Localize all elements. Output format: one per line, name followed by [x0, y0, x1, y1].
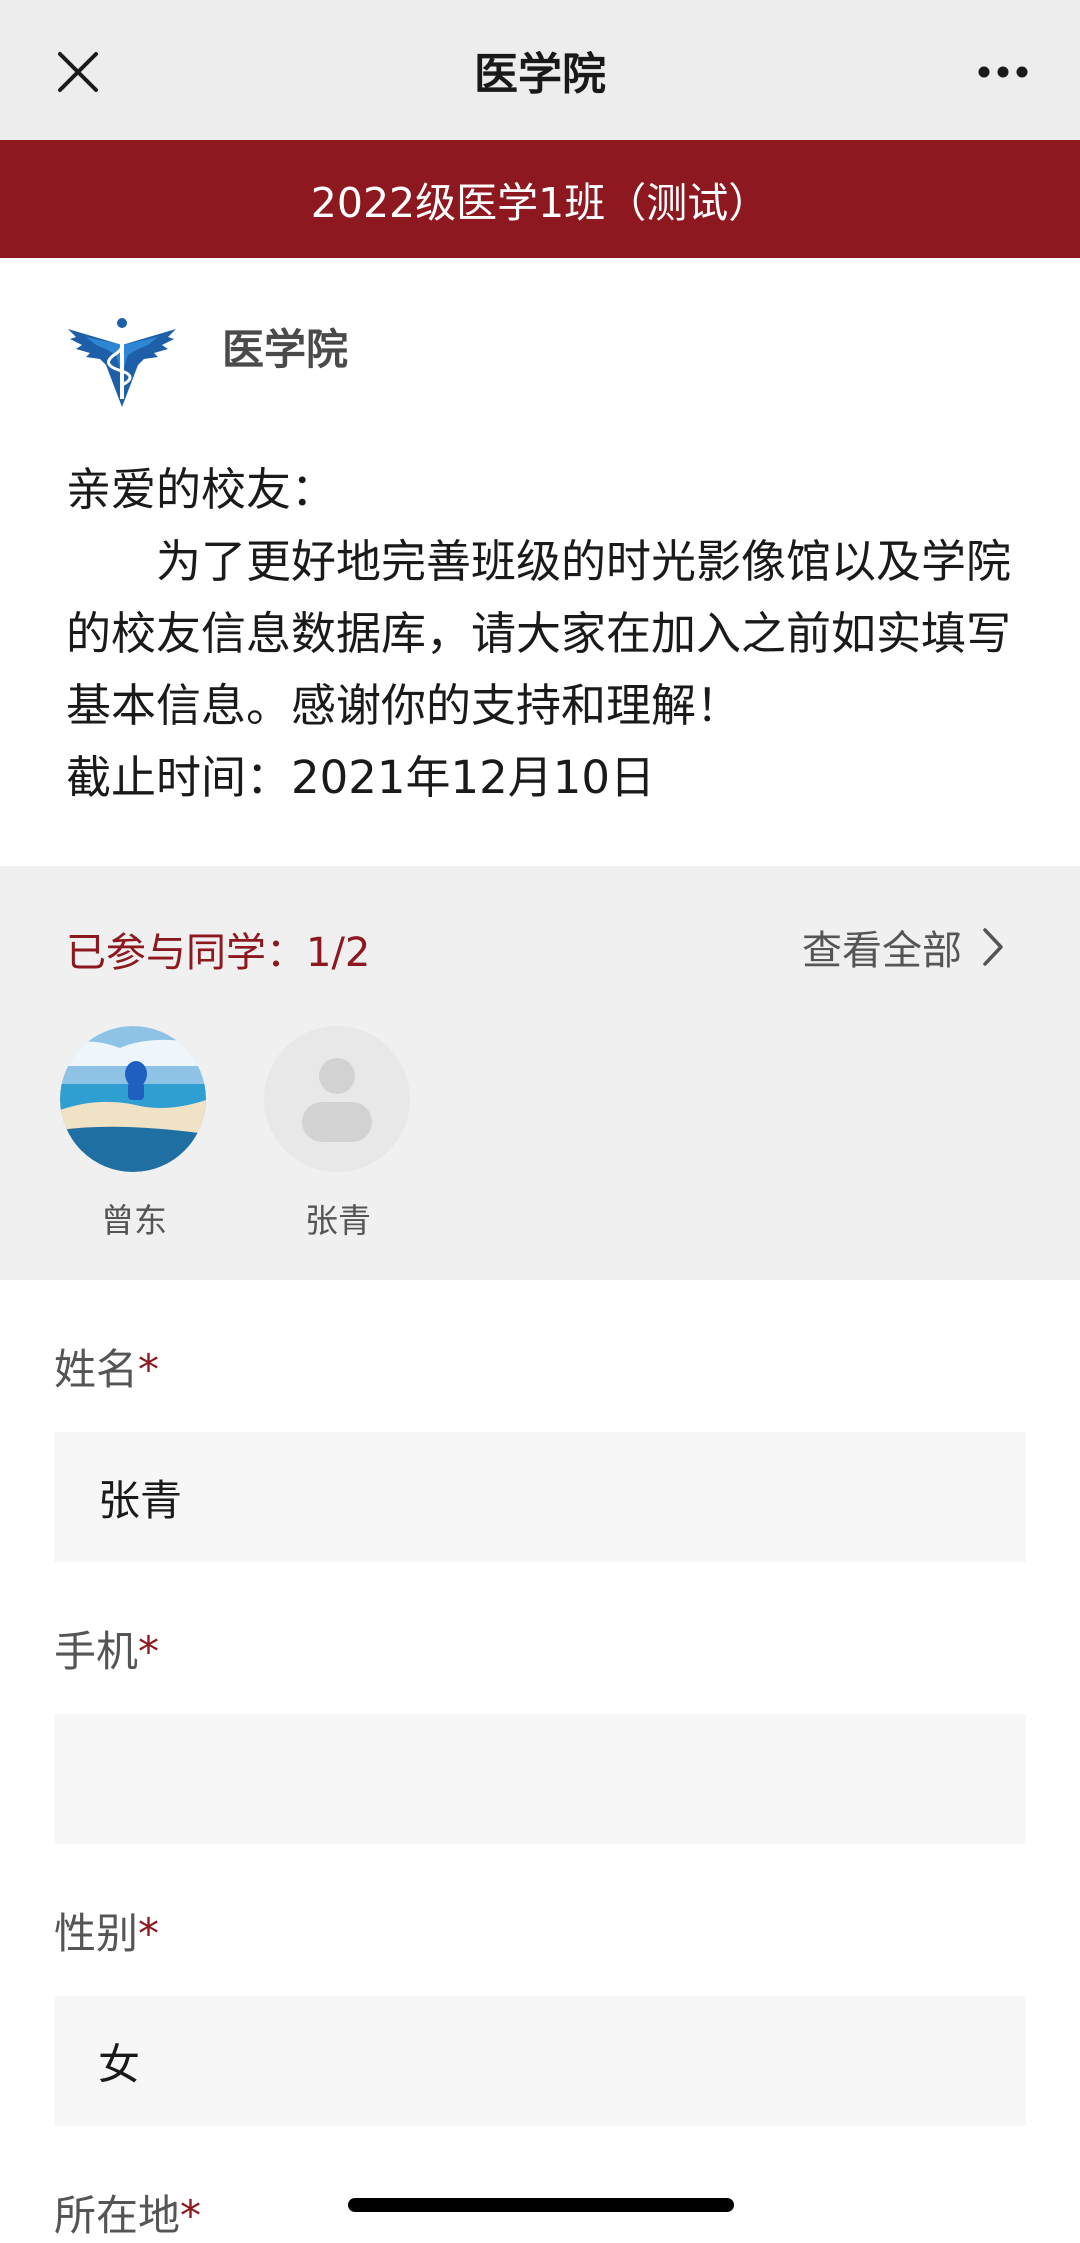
view-all-label: 查看全部 [802, 928, 962, 974]
gender-select[interactable]: 女 [54, 1996, 1026, 2126]
participants-section: 已参与同学：1/2 查看全部 曾东 张青 [0, 866, 1080, 1280]
chevron-right-icon [983, 928, 1003, 966]
view-all-link[interactable]: 查看全部 [802, 918, 1004, 976]
participant-name: 张青 [305, 1201, 371, 1240]
notice-text: 亲爱的校友： 为了更好地完善班级的时光影像馆以及学院的校友信息数据库，请大家在加… [66, 454, 1016, 814]
name-input[interactable]: 张青 [54, 1432, 1026, 1562]
location-label-text: 所在地 [54, 2191, 181, 2240]
page-title: 医学院 [474, 49, 606, 100]
participant-item[interactable]: 曾东 [60, 1026, 208, 1242]
class-banner: 2022级医学1班（测试） [0, 140, 1080, 258]
name-label-text: 姓名 [54, 1345, 139, 1394]
home-indicator[interactable] [348, 2198, 734, 2212]
notice-section: 医学院 亲爱的校友： 为了更好地完善班级的时光影像馆以及学院的校友信息数据库，请… [0, 258, 1080, 814]
more-icon[interactable] [978, 66, 1028, 78]
gender-label-text: 性别 [54, 1909, 139, 1958]
org-name: 医学院 [222, 324, 349, 374]
participant-avatars: 曾东 张青 [60, 1026, 468, 1242]
default-avatar-icon [264, 1026, 410, 1172]
notice-greeting: 亲爱的校友： [66, 463, 337, 516]
required-mark: * [180, 2191, 202, 2240]
org-header: 医学院 [66, 258, 1016, 458]
phone-input[interactable] [54, 1714, 1026, 1844]
notice-body: 为了更好地完善班级的时光影像馆以及学院的校友信息数据库，请大家在加入之前如实填写… [66, 535, 1012, 732]
notice-deadline: 截止时间：2021年12月10日 [66, 751, 656, 804]
phone-label-text: 手机 [54, 1627, 139, 1676]
participant-item[interactable]: 张青 [264, 1026, 412, 1242]
participant-count: 已参与同学：1/2 [66, 930, 371, 976]
location-field-label: 所在地* [54, 2126, 1026, 2242]
gender-field-label: 性别* [54, 1844, 1026, 1960]
avatar-beach-photo [60, 1026, 206, 1172]
close-icon[interactable] [56, 50, 100, 94]
phone-field-label: 手机* [54, 1562, 1026, 1678]
required-mark: * [138, 1909, 160, 1958]
top-bar: 医学院 [0, 0, 1080, 140]
required-mark: * [138, 1627, 160, 1676]
participant-name: 曾东 [101, 1201, 167, 1240]
name-field-label: 姓名* [54, 1280, 1026, 1396]
caduceus-logo-icon [68, 318, 176, 407]
required-mark: * [138, 1345, 160, 1394]
registration-form: 姓名* 张青 手机* 性别* 女 所在地* [0, 1280, 1080, 2242]
